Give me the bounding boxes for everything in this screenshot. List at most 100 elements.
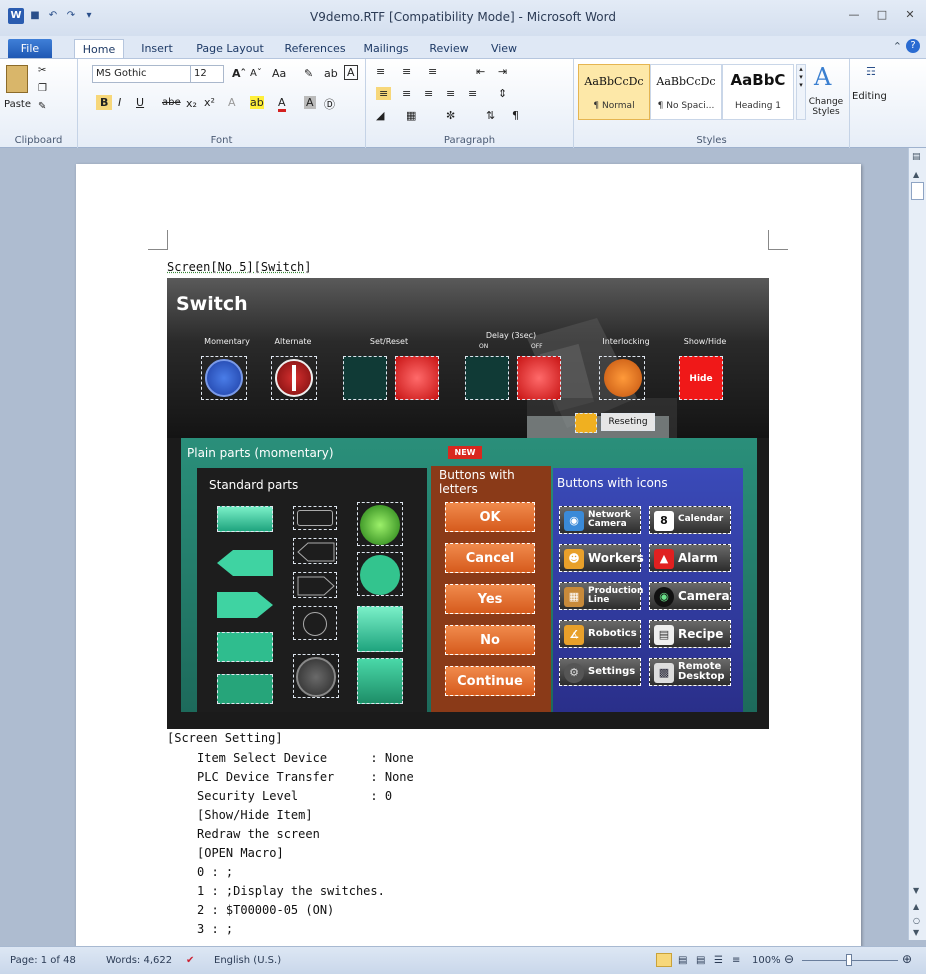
increase-indent-icon[interactable]: ⇥ xyxy=(498,65,507,78)
style-normal[interactable]: AaBbCcDc ¶ Normal xyxy=(578,64,650,120)
paste-icon[interactable] xyxy=(6,65,28,93)
zoom-out-icon[interactable]: ⊖ xyxy=(784,952,794,966)
remote-desktop-button[interactable]: ▩ Remote Desktop xyxy=(649,658,731,686)
italic-button[interactable]: I xyxy=(118,96,121,109)
draft-view-icon[interactable]: ≡ xyxy=(732,955,740,966)
decrease-indent-icon[interactable]: ⇤ xyxy=(476,65,485,78)
std-outline-right-arrow[interactable] xyxy=(293,572,337,598)
phonetic-guide-icon[interactable]: ab xyxy=(324,67,338,80)
vertical-scrollbar[interactable]: ▤ ▲ ▼ ▲ ○ ▼ xyxy=(908,148,926,940)
shrink-font-icon[interactable]: Aˇ xyxy=(250,68,262,79)
robotics-button[interactable]: ∡ Robotics xyxy=(559,620,641,648)
delay-off-button[interactable] xyxy=(517,356,561,400)
format-painter-icon[interactable]: ✎ xyxy=(38,101,46,112)
page-count[interactable]: Page: 1 of 48 xyxy=(10,955,76,966)
yes-button[interactable]: Yes xyxy=(445,584,535,614)
std-outline-rect[interactable] xyxy=(293,506,337,530)
std-square-on[interactable] xyxy=(357,606,403,652)
styles-scroll[interactable]: ▴ ▾ ▾ xyxy=(796,64,806,120)
justify-icon[interactable]: ≡ xyxy=(446,87,455,100)
std-flat-button-2[interactable] xyxy=(217,674,273,704)
line-spacing-icon[interactable]: ⇕ xyxy=(498,87,507,100)
language[interactable]: English (U.S.) xyxy=(214,955,281,966)
shading-icon[interactable]: ◢ xyxy=(376,109,384,122)
word-count[interactable]: Words: 4,622 xyxy=(106,955,172,966)
maximize-icon[interactable]: □ xyxy=(870,6,894,24)
web-layout-icon[interactable]: ▤ xyxy=(696,955,705,966)
std-green-lamp-off[interactable] xyxy=(357,552,403,596)
tab-references[interactable]: References xyxy=(280,39,350,58)
std-right-arrow-button[interactable] xyxy=(217,592,273,618)
editing-button[interactable]: Editing xyxy=(852,91,887,102)
copy-icon[interactable]: ❐ xyxy=(38,83,47,94)
tab-page-layout[interactable]: Page Layout xyxy=(192,39,268,58)
numbering-icon[interactable]: ≡ xyxy=(402,65,411,78)
no-button[interactable]: No xyxy=(445,625,535,655)
interlocking-switch[interactable] xyxy=(599,356,645,400)
full-screen-reading-icon[interactable]: ▤ xyxy=(678,955,687,966)
sort-icon[interactable]: ⇅ xyxy=(486,109,495,122)
align-center-icon[interactable]: ≡ xyxy=(402,87,411,100)
select-browse-object-icon[interactable]: ○ xyxy=(913,916,920,925)
zoom-in-icon[interactable]: ⊕ xyxy=(902,952,912,966)
scroll-up-icon[interactable]: ▲ xyxy=(913,170,919,179)
next-page-icon[interactable]: ▼ xyxy=(913,928,919,937)
scroll-down-icon[interactable]: ▼ xyxy=(913,886,919,895)
borders-icon[interactable]: ▦ xyxy=(406,109,416,122)
settings-button[interactable]: ⚙ Settings xyxy=(559,658,641,686)
change-case-icon[interactable]: Aa xyxy=(272,67,286,80)
continue-button[interactable]: Continue xyxy=(445,666,535,696)
hide-button[interactable]: Hide xyxy=(679,356,723,400)
change-styles-icon[interactable]: A xyxy=(814,63,831,91)
bold-button[interactable]: B xyxy=(96,95,113,110)
align-right-icon[interactable]: ≡ xyxy=(424,87,433,100)
asian-layout-icon[interactable]: ✼ xyxy=(446,109,455,122)
font-size-field[interactable]: 12 xyxy=(190,65,224,83)
text-effects-icon[interactable]: A xyxy=(228,96,236,109)
tab-file[interactable]: File xyxy=(8,39,52,58)
distributed-icon[interactable]: ≡ xyxy=(468,87,477,100)
std-outline-left-arrow[interactable] xyxy=(293,538,337,564)
reset-button[interactable] xyxy=(395,356,439,400)
binoculars-icon[interactable]: ☶ xyxy=(866,65,876,78)
tab-review[interactable]: Review xyxy=(426,39,472,58)
production-line-button[interactable]: ▦ Production Line xyxy=(559,582,643,610)
outline-view-icon[interactable]: ☰ xyxy=(714,955,723,966)
set-button[interactable] xyxy=(343,356,387,400)
std-left-arrow-button[interactable] xyxy=(217,550,273,576)
recipe-button[interactable]: ▤ Recipe xyxy=(649,620,731,648)
bullets-icon[interactable]: ≡ xyxy=(376,65,385,78)
calendar-button[interactable]: 8 Calendar xyxy=(649,506,731,534)
workers-button[interactable]: ☻ Workers xyxy=(559,544,644,572)
std-rect-button[interactable] xyxy=(217,506,273,532)
strikethrough-button[interactable]: abe xyxy=(162,97,181,108)
ruler-toggle-icon[interactable]: ▤ xyxy=(912,152,921,162)
std-square-off[interactable] xyxy=(357,658,403,704)
lock-icon[interactable] xyxy=(575,413,597,433)
enclose-characters-icon[interactable]: Ⓓ xyxy=(324,96,335,112)
alternate-switch[interactable] xyxy=(271,356,317,400)
minimize-icon[interactable]: — xyxy=(842,6,866,24)
ok-button[interactable]: OK xyxy=(445,502,535,532)
minimize-ribbon-icon[interactable]: ⌃ xyxy=(893,40,902,53)
previous-page-icon[interactable]: ▲ xyxy=(913,902,919,911)
zoom-slider-thumb[interactable] xyxy=(846,954,852,966)
cancel-button[interactable]: Cancel xyxy=(445,543,535,573)
help-icon[interactable]: ? xyxy=(906,39,920,53)
highlight-icon[interactable]: ab xyxy=(250,96,264,109)
std-green-lamp-on[interactable] xyxy=(357,502,403,546)
superscript-button[interactable]: x² xyxy=(204,96,215,109)
camera-button[interactable]: ◉ Camera xyxy=(649,582,731,610)
alarm-button[interactable]: ▲ Alarm xyxy=(649,544,731,572)
tab-mailings[interactable]: Mailings xyxy=(358,39,414,58)
delay-on-button[interactable] xyxy=(465,356,509,400)
std-outline-circle[interactable] xyxy=(293,606,337,640)
multilevel-list-icon[interactable]: ≡ xyxy=(428,65,437,78)
font-name-field[interactable]: MS Gothic xyxy=(92,65,198,83)
grow-font-icon[interactable]: Aˆ xyxy=(232,67,246,80)
std-round-button[interactable] xyxy=(293,654,339,698)
character-border-icon[interactable]: A xyxy=(344,65,358,80)
underline-button[interactable]: U xyxy=(136,96,144,109)
std-flat-button[interactable] xyxy=(217,632,273,662)
proofing-icon[interactable]: ✔ xyxy=(186,955,194,966)
